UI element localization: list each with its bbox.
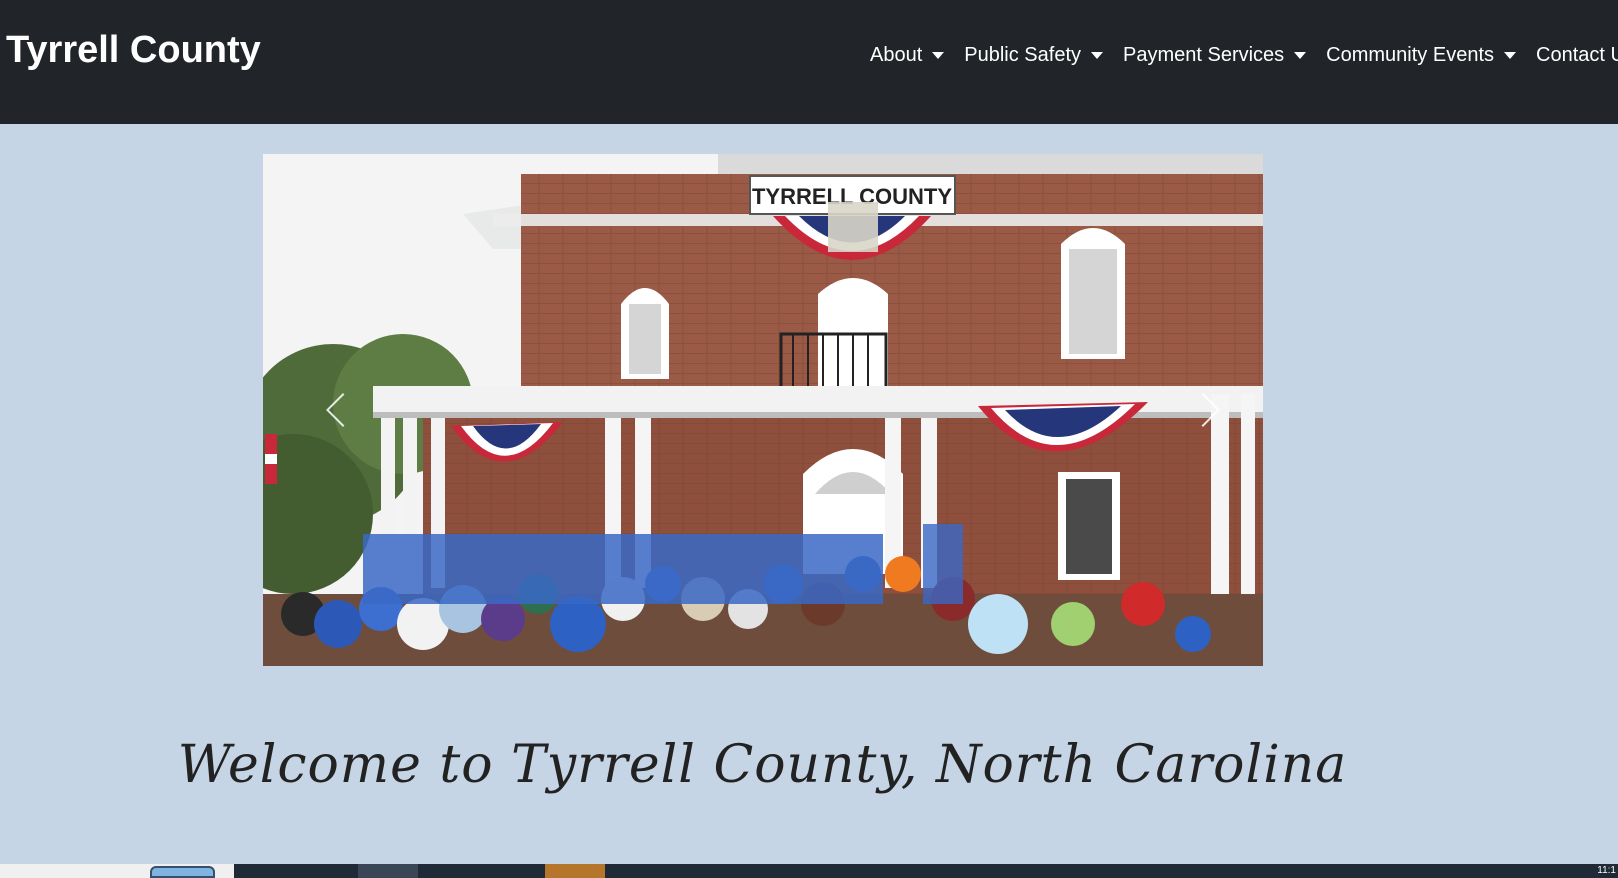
chevron-left-icon xyxy=(326,393,360,427)
os-taskbar: 11:1 xyxy=(0,864,1618,878)
nav-community-events-dropdown[interactable]: Community Events xyxy=(1326,43,1517,67)
nav-contact-us-label: Contact Us xyxy=(1536,43,1618,66)
taskbar-app-icon[interactable] xyxy=(545,864,605,878)
courthouse-photo: TYRRELL COUNTY xyxy=(263,154,1263,666)
taskbar-clock[interactable]: 11:1 xyxy=(1597,864,1618,878)
taskbar-search-icon[interactable] xyxy=(150,866,215,878)
nav-contact-us-link[interactable]: Contact Us xyxy=(1536,44,1618,67)
taskbar-app-icon[interactable] xyxy=(358,864,418,878)
carousel-next-button[interactable] xyxy=(1143,154,1263,666)
nav-public-safety-dropdown[interactable]: Public Safety xyxy=(964,44,1103,67)
site-brand-link[interactable]: Tyrrell County xyxy=(6,26,261,74)
nav-about-dropdown[interactable]: About xyxy=(870,43,945,67)
carousel-prev-button[interactable] xyxy=(283,154,403,666)
nav-public-safety-label: Public Safety xyxy=(964,43,1081,66)
nav-payment-services-label: Payment Services xyxy=(1123,43,1285,66)
top-navbar: Tyrrell County About Public Safety Payme… xyxy=(0,0,1618,124)
chevron-right-icon xyxy=(1186,393,1220,427)
nav-community-events-label: Community Events xyxy=(1326,43,1495,66)
main-nav: About Public Safety Payment Services Com… xyxy=(870,40,1618,70)
caret-down-icon xyxy=(1294,51,1307,59)
nav-about-label: About xyxy=(870,43,923,66)
welcome-heading: Welcome to Tyrrell County, North Carolin… xyxy=(177,735,1348,795)
hero-carousel: TYRRELL COUNTY xyxy=(263,154,1263,666)
nav-payment-services-dropdown[interactable]: Payment Services xyxy=(1123,43,1307,67)
caret-down-icon xyxy=(932,51,945,59)
caret-down-icon xyxy=(1504,51,1517,59)
caret-down-icon xyxy=(1091,51,1103,59)
